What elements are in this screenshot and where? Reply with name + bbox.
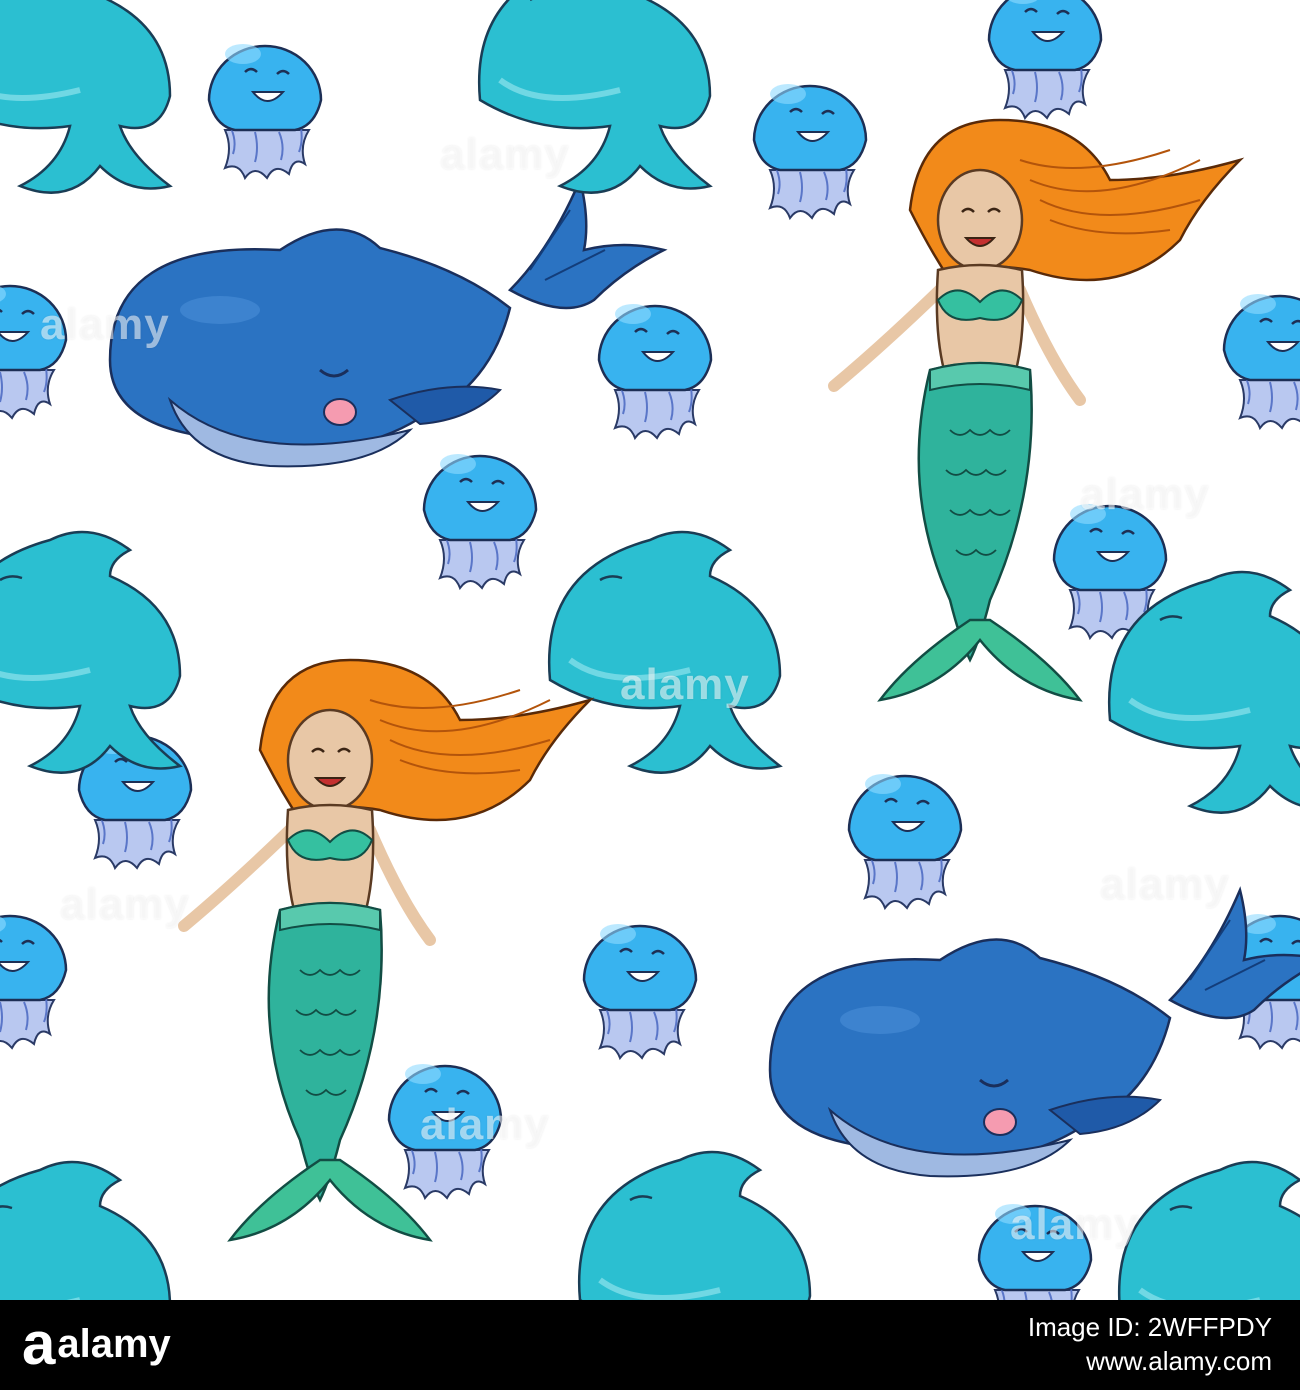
jellyfish-image [597, 302, 713, 440]
jellyfish-image [1222, 292, 1300, 430]
whale-image [768, 888, 1300, 1178]
jellyfish-image [422, 452, 538, 590]
jellyfish-image [847, 772, 963, 910]
jellyfish-image [977, 1202, 1093, 1300]
alamy-logo: a alamy [22, 1314, 171, 1374]
jellyfish-image [207, 42, 323, 180]
site-url: www.alamy.com [1086, 1346, 1272, 1376]
whale-image [108, 178, 666, 468]
dolphin-image [1119, 1162, 1300, 1300]
dolphin-image [479, 0, 710, 193]
mermaid-image [180, 660, 590, 1240]
alamy-logo-text: alamy [57, 1322, 171, 1366]
jellyfish-image [387, 1062, 503, 1200]
jellyfish-image [582, 922, 698, 1060]
dolphin-image [549, 532, 780, 773]
jellyfish-image [987, 0, 1103, 120]
sea-creatures-pattern: alamy alamy alamy alamy alamy alamy alam… [0, 0, 1300, 1300]
stock-image-page: alamy alamy alamy alamy alamy alamy alam… [0, 0, 1300, 1390]
dolphin-image [0, 532, 180, 773]
image-id-label: Image ID: 2WFFPDY [1027, 1312, 1272, 1342]
jellyfish-image [0, 282, 68, 420]
dolphin-image [0, 0, 170, 193]
footer-bar: a alamy Image ID: 2WFFPDY www.alamy.com [0, 1300, 1300, 1390]
footer-info: Image ID: 2WFFPDY www.alamy.com [1028, 1310, 1272, 1378]
alamy-logo-mark: a [22, 1310, 55, 1377]
dolphin-image [579, 1152, 810, 1300]
dolphin-image [0, 1162, 170, 1300]
jellyfish-image [752, 82, 868, 220]
pattern-illustration [0, 0, 1300, 1300]
jellyfish-image [0, 912, 68, 1050]
